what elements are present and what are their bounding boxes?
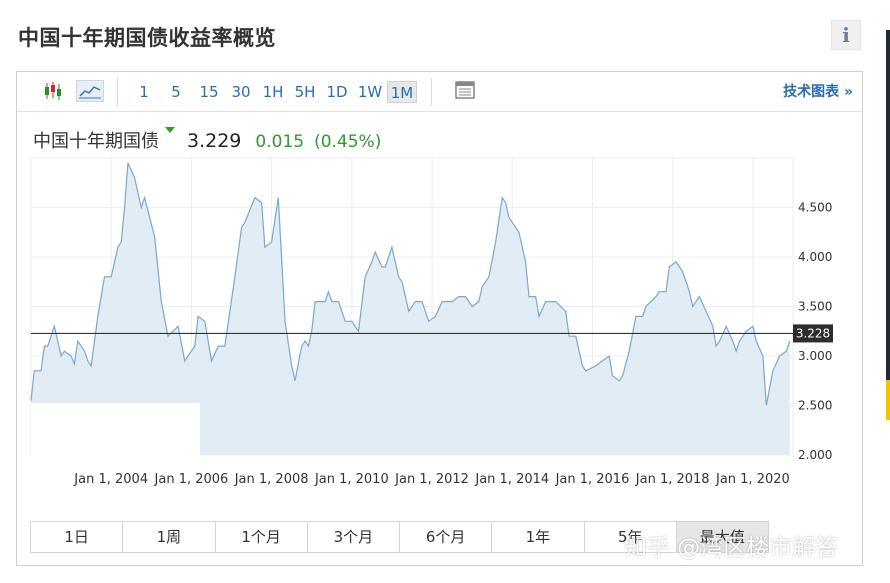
y-tick-label: 3.000 <box>798 349 832 363</box>
x-tick-label: Jan 1, 2014 <box>474 472 549 487</box>
range-1d[interactable]: 1日 <box>31 522 124 552</box>
x-tick-label: Jan 1, 2006 <box>154 472 229 487</box>
info-button[interactable]: i <box>831 20 861 50</box>
x-tick-label: Jan 1, 2010 <box>314 472 389 487</box>
yield-chart[interactable]: 3.228 2.000 2.500 3.000 3.500 4.000 4.500 Jan 1… <box>17 72 862 512</box>
y-tick-label: 3.500 <box>798 300 832 314</box>
x-tick-label: Jan 1, 2008 <box>234 472 309 487</box>
chart-widget: 1 5 15 30 1H 5H 1D 1W 1M 技术图表 » 中国十年期国债 … <box>16 71 863 566</box>
x-tick-label: Jan 1, 2004 <box>73 472 148 487</box>
range-3m[interactable]: 3个月 <box>308 522 400 552</box>
side-strip-accent <box>886 380 890 420</box>
x-tick-label: Jan 1, 2018 <box>635 472 710 487</box>
range-1w[interactable]: 1周 <box>123 522 216 552</box>
page-title: 中国十年期国债收益率概览 <box>18 26 276 50</box>
range-6m[interactable]: 6个月 <box>400 522 493 552</box>
y-tick-label: 2.500 <box>798 399 832 413</box>
range-1m[interactable]: 1个月 <box>216 522 308 552</box>
y-tick-label: 4.500 <box>798 201 832 215</box>
watermark: 知乎 @湾区楼市解答 <box>624 535 839 561</box>
y-tick-label: 2.000 <box>798 448 832 462</box>
x-tick-label: Jan 1, 2012 <box>394 472 469 487</box>
x-tick-label: Jan 1, 2016 <box>555 472 630 487</box>
range-1y[interactable]: 1年 <box>492 522 585 552</box>
blank-overlay <box>31 403 200 456</box>
x-tick-label: Jan 1, 2020 <box>715 472 790 487</box>
y-tick-label: 4.000 <box>798 250 832 264</box>
current-value-label: 3.228 <box>796 326 830 340</box>
side-strip <box>886 30 890 380</box>
